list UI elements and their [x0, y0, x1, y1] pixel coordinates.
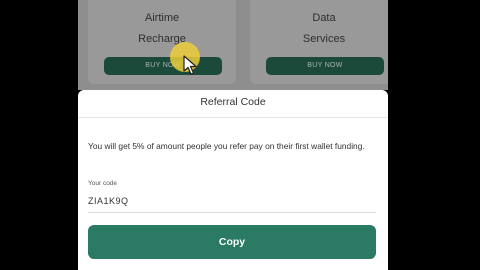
- pointer-cursor-icon: [183, 55, 197, 75]
- data-card-title: Data Services: [250, 8, 388, 50]
- phone-screen: Airtime Recharge BUY NOW Data Services B…: [78, 0, 388, 270]
- data-services-card[interactable]: Data Services BUY NOW: [250, 0, 388, 84]
- airtime-recharge-card[interactable]: Airtime Recharge BUY NOW: [88, 0, 236, 84]
- referral-code-sheet: Referral Code You will get 5% of amount …: [78, 90, 388, 270]
- your-code-label: Your code: [88, 180, 118, 187]
- code-field-underline: [88, 212, 376, 213]
- data-title-line1: Data: [312, 12, 336, 24]
- referral-description: You will get 5% of amount people you ref…: [88, 141, 365, 151]
- airtime-title-line2: Recharge: [138, 33, 186, 45]
- sheet-divider: [78, 117, 388, 118]
- airtime-buy-now-button[interactable]: BUY NOW: [104, 57, 222, 75]
- copy-button[interactable]: Copy: [88, 225, 376, 259]
- referral-code-value: ZIA1K9Q: [88, 196, 129, 206]
- airtime-card-title: Airtime Recharge: [88, 8, 236, 50]
- airtime-title-line1: Airtime: [144, 12, 180, 24]
- sheet-title: Referral Code: [200, 96, 266, 108]
- data-title-line2: Services: [302, 33, 346, 45]
- data-buy-now-button[interactable]: BUY NOW: [266, 57, 384, 75]
